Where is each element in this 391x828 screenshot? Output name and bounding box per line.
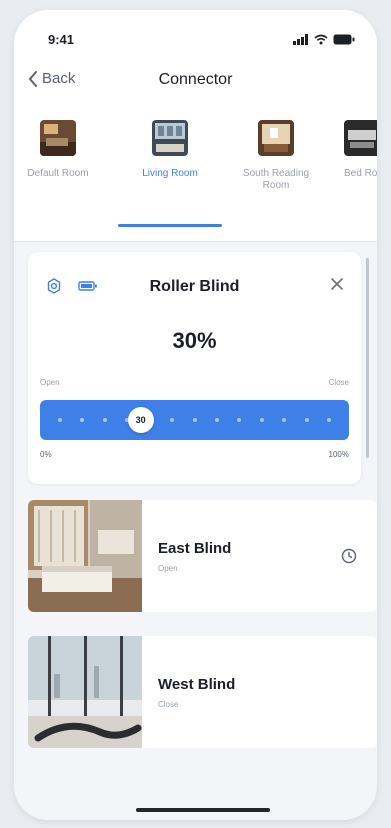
phone-screen: 9:41 Back Connector Default Room Living … — [14, 10, 377, 820]
device-name: East Blind — [158, 540, 232, 557]
schedule-button[interactable] — [341, 548, 357, 569]
room-tabs: Default Room Living Room South Reading R… — [14, 120, 377, 230]
close-button[interactable] — [329, 276, 345, 297]
room-label: Default Room — [27, 168, 89, 179]
signal-icon — [293, 34, 308, 45]
room-label: Living Room — [142, 168, 198, 179]
east-blind-photo — [28, 500, 142, 612]
room-thumbnail — [152, 120, 188, 156]
device-card-east-blind[interactable]: East Blind Open — [28, 500, 377, 612]
slider-step-dot — [192, 418, 197, 422]
room-label: Bed Room — [344, 168, 377, 179]
nav-bar: Back Connector — [14, 68, 377, 98]
slider-step-dot — [282, 418, 287, 422]
header-area: 9:41 Back Connector Default Room Living … — [14, 10, 377, 242]
blind-position-slider[interactable]: 30 — [40, 400, 349, 440]
status-time: 9:41 — [48, 32, 75, 47]
device-state: Close — [158, 700, 179, 709]
close-icon — [331, 278, 343, 290]
header-divider — [14, 241, 377, 242]
room-thumbnail — [344, 120, 377, 156]
tab-default-room[interactable]: Default Room — [18, 120, 98, 180]
slider-step-dot — [80, 418, 85, 422]
tab-living-room[interactable]: Living Room — [130, 120, 210, 180]
slider-min-label: 0% — [40, 450, 52, 459]
room-thumbnail — [258, 120, 294, 156]
home-indicator — [136, 808, 270, 812]
scrollbar[interactable] — [366, 258, 369, 458]
device-state: Open — [158, 564, 178, 573]
wifi-icon — [314, 34, 328, 45]
slider-step-dot — [259, 418, 264, 422]
device-card-west-blind[interactable]: West Blind Close — [28, 636, 377, 748]
slider-step-dot — [304, 418, 309, 422]
close-label: Close — [328, 378, 349, 387]
blind-percent: 30% — [172, 328, 217, 353]
active-tab-indicator — [118, 224, 222, 227]
tab-south-reading-room[interactable]: South Reading Room — [236, 120, 316, 192]
slider-step-dot — [237, 418, 242, 422]
status-icons — [293, 34, 355, 45]
west-blind-photo — [28, 636, 142, 748]
slider-knob[interactable]: 30 — [127, 407, 154, 433]
blind-title: Roller Blind — [149, 278, 240, 295]
room-thumbnail — [40, 120, 76, 156]
room-label: South Reading Room — [242, 168, 310, 191]
battery-icon — [333, 34, 355, 45]
tab-bed-room[interactable]: Bed Room — [344, 120, 377, 180]
open-label: Open — [40, 378, 60, 387]
slider-step-dot — [58, 418, 62, 422]
slider-step-dot — [327, 418, 331, 422]
status-bar: 9:41 — [14, 32, 377, 50]
slider-step-dot — [214, 418, 219, 422]
device-name: West Blind — [158, 676, 236, 693]
slider-step-dot — [170, 418, 175, 422]
slider-max-label: 100% — [328, 450, 349, 459]
slider-step-dot — [102, 418, 107, 422]
roller-blind-control-card: Roller Blind 30% Open Close 30 0% 100% — [28, 252, 361, 484]
clock-icon — [341, 548, 357, 564]
page-title: Connector — [158, 71, 233, 88]
